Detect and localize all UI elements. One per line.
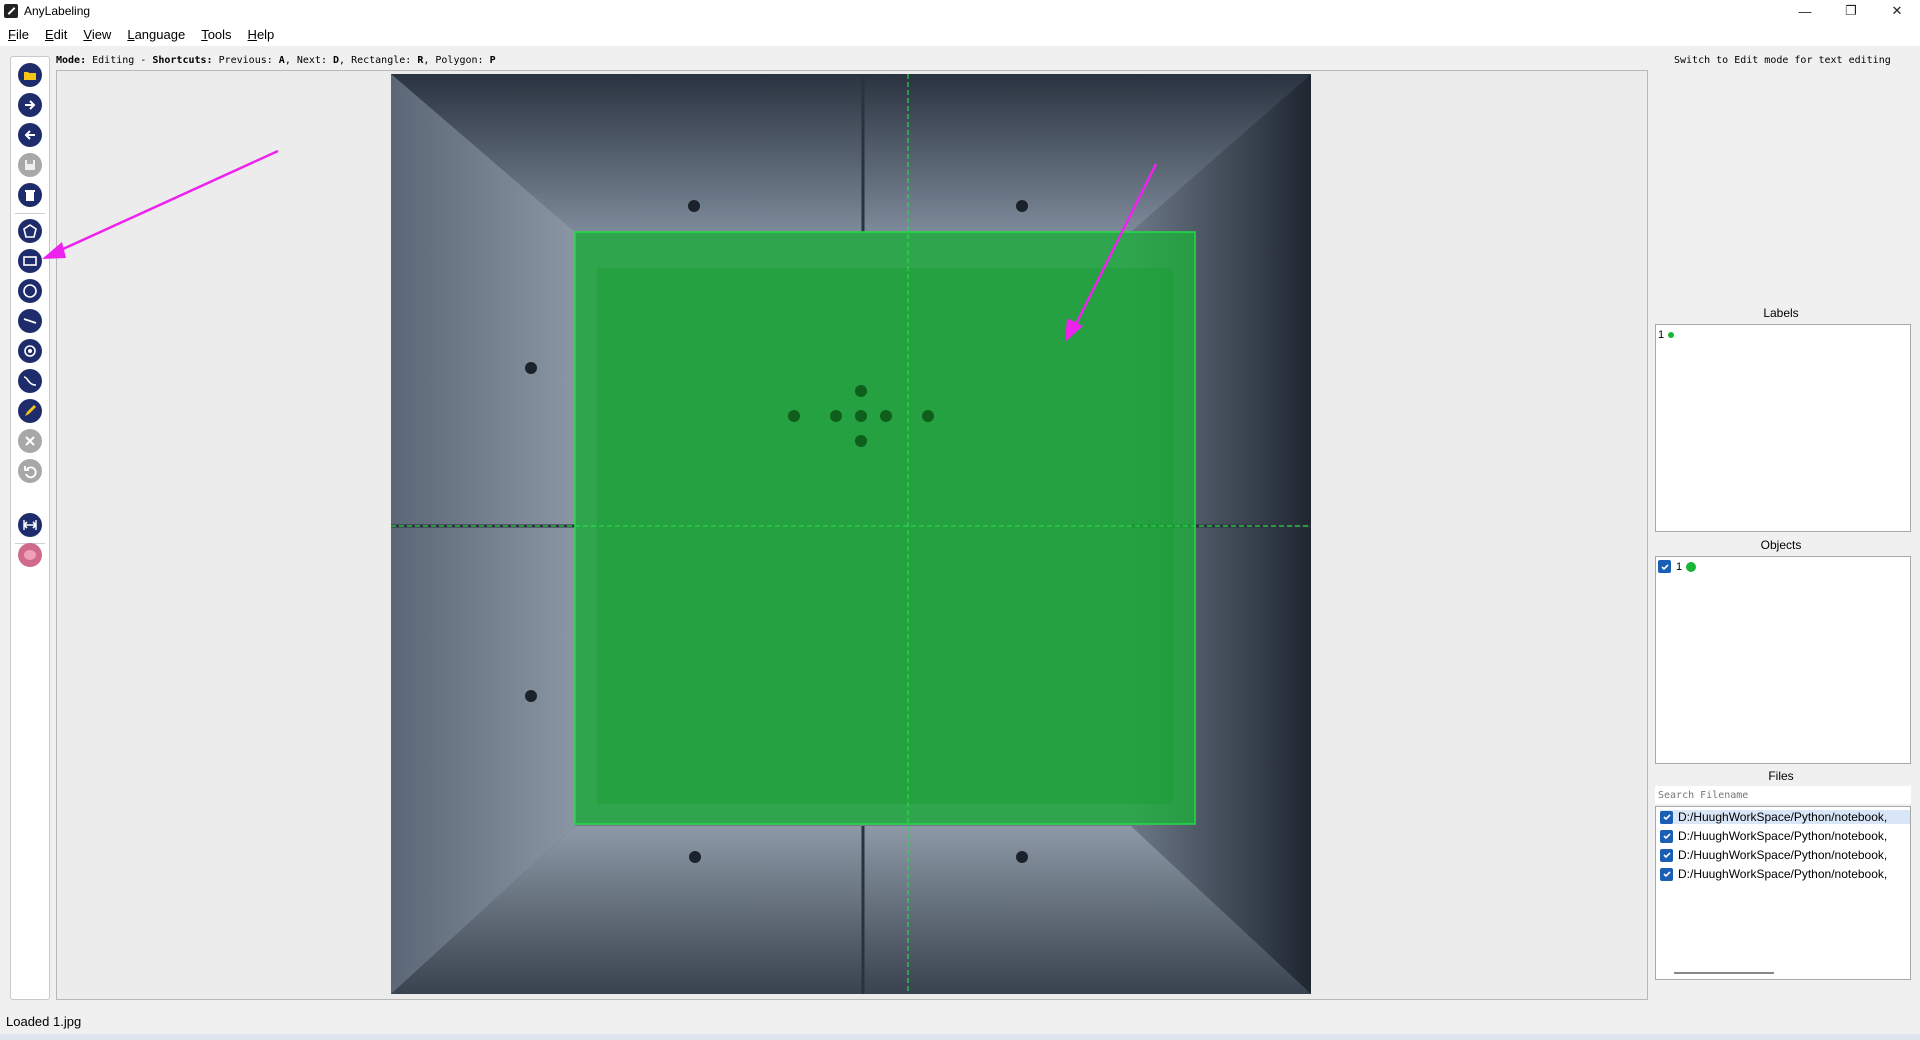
next-image-icon[interactable] [18,93,42,117]
file-path: D:/HuughWorkSpace/Python/notebook, [1678,867,1888,881]
linestrip-icon[interactable] [18,369,42,393]
menu-tools[interactable]: Tools [193,27,239,42]
object-name: 1 [1676,560,1683,573]
files-title: Files [1768,769,1794,783]
menu-bar: File Edit View Language Tools Help [0,22,1920,46]
fit-width-icon[interactable] [18,513,42,537]
file-item[interactable]: D:/HuughWorkSpace/Python/notebook, [1660,810,1910,824]
box-image [391,74,1311,994]
files-list[interactable]: D:/HuughWorkSpace/Python/notebook, D:/Hu… [1655,806,1911,980]
objects-list[interactable]: 1 [1655,556,1911,764]
left-toolbar: 90% [10,56,50,1000]
polygon-icon[interactable] [18,219,42,243]
point-icon[interactable] [18,339,42,363]
save-icon[interactable] [18,153,42,177]
search-filename-input[interactable] [1655,786,1911,804]
menu-help[interactable]: Help [240,27,283,42]
file-path: D:/HuughWorkSpace/Python/notebook, [1678,848,1888,862]
rectangle-icon[interactable] [18,249,42,273]
menu-language[interactable]: Language [119,27,193,42]
file-checkbox[interactable] [1660,867,1673,881]
file-checkbox[interactable] [1660,810,1673,824]
files-horizontal-scrollbar[interactable] [1674,972,1774,974]
file-path: D:/HuughWorkSpace/Python/notebook, [1678,810,1888,824]
menu-edit[interactable]: Edit [37,27,75,42]
label-item[interactable]: 1 [1658,329,1675,341]
title-bar: AnyLabeling — ❐ ✕ [0,0,1920,22]
restore-button[interactable]: ❐ [1828,0,1874,22]
line-icon[interactable] [18,309,42,333]
auto-label-brain-icon[interactable] [18,543,42,567]
undo-icon[interactable] [18,459,42,483]
close-button[interactable]: ✕ [1874,0,1920,22]
file-item[interactable]: D:/HuughWorkSpace/Python/notebook, [1660,848,1910,862]
edit-mode-hint: Switch to Edit mode for text editing [1674,55,1891,66]
menu-view[interactable]: View [75,27,119,42]
image-view[interactable] [391,74,1311,994]
file-checkbox[interactable] [1660,829,1673,843]
file-item[interactable]: D:/HuughWorkSpace/Python/notebook, [1660,829,1910,843]
mode-shortcuts-bar: Mode: Editing - Shortcuts: Previous: A, … [56,55,496,66]
taskbar-edge [0,1034,1920,1040]
label-color-dot [1668,332,1675,338]
file-checkbox[interactable] [1660,848,1673,862]
open-icon[interactable] [18,63,42,87]
delete-icon[interactable] [18,183,42,207]
right-panel: Switch to Edit mode for text editing Lab… [1652,46,1920,1006]
label-name: 1 [1658,329,1665,341]
window-title: AnyLabeling [24,4,91,18]
objects-title: Objects [1760,538,1802,552]
object-color-dot [1686,561,1697,572]
edit-icon[interactable] [18,399,42,423]
prev-image-icon[interactable] [18,123,42,147]
circle-icon[interactable] [18,279,42,303]
menu-file[interactable]: File [0,27,37,42]
object-checkbox[interactable] [1658,560,1671,573]
delete-shape-icon[interactable] [18,429,42,453]
minimize-button[interactable]: — [1782,0,1828,22]
window-controls: — ❐ ✕ [1782,0,1920,22]
toolbar-divider [15,213,45,214]
app-logo-icon [4,4,18,18]
status-bar: Loaded 1.jpg [0,1010,1920,1032]
status-text: Loaded 1.jpg [6,1013,82,1029]
annotation-canvas[interactable] [56,70,1648,1000]
object-item[interactable]: 1 [1658,560,1697,573]
file-path: D:/HuughWorkSpace/Python/notebook, [1678,829,1888,843]
labels-list[interactable]: 1 [1655,324,1911,532]
file-item[interactable]: D:/HuughWorkSpace/Python/notebook, [1660,867,1910,881]
labels-title: Labels [1763,306,1799,320]
